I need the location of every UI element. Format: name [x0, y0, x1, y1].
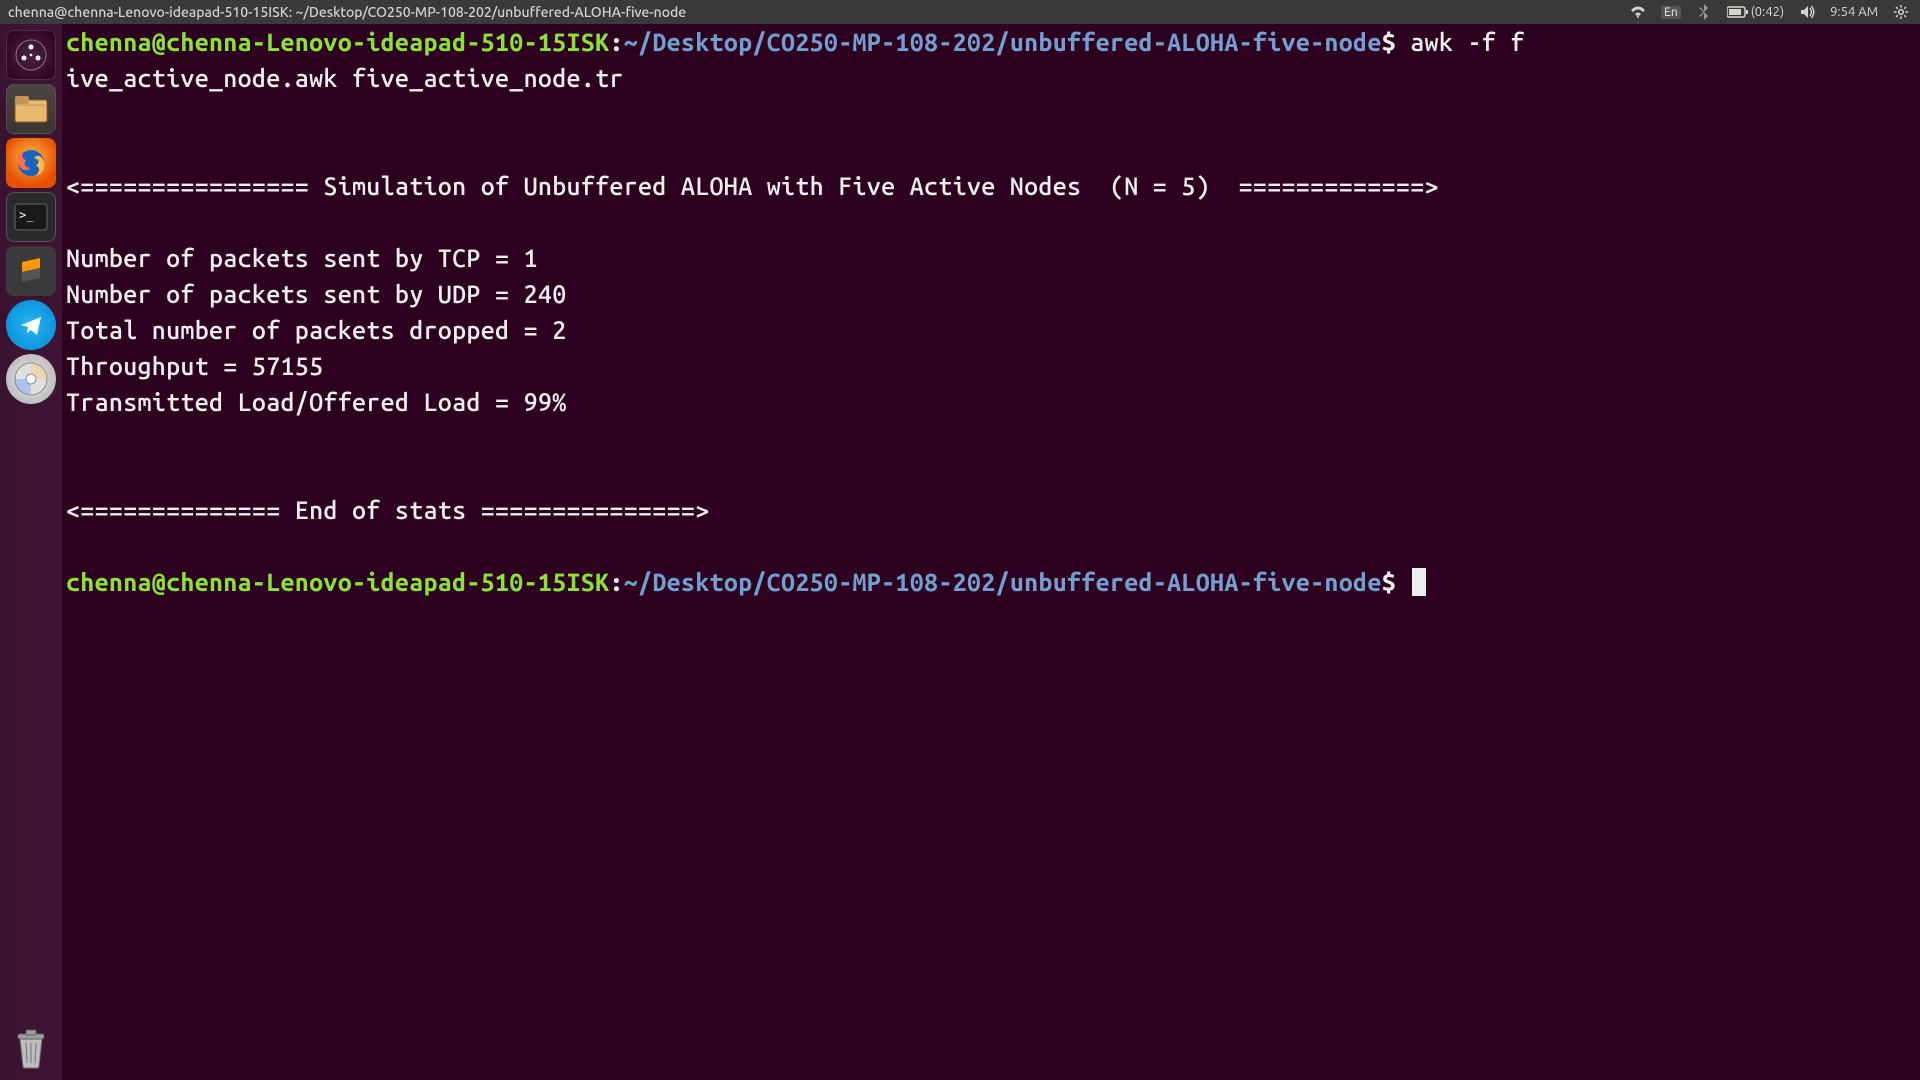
battery-indicator[interactable]: (0:42) [1727, 5, 1784, 19]
prompt-user-host: chenna@chenna-Lenovo-ideapad-510-15ISK [66, 28, 609, 56]
language-indicator[interactable]: En [1661, 6, 1681, 19]
prompt-dollar: $ [1382, 28, 1396, 56]
output-ratio: Transmitted Load/Offered Load = 99% [66, 388, 567, 416]
launcher-disk[interactable] [6, 354, 56, 404]
battery-time: (0:42) [1751, 5, 1784, 19]
launcher-terminal[interactable]: >_ [6, 192, 56, 242]
top-panel: chenna@chenna-Lenovo-ideapad-510-15ISK: … [0, 0, 1920, 24]
launcher-telegram[interactable] [6, 300, 56, 350]
command-text-1: awk -f f [1396, 28, 1525, 56]
prompt-path-2: ~/Desktop/CO250-MP-108-202/unbuffered-AL… [624, 568, 1382, 596]
prompt-colon: : [609, 28, 623, 56]
output-throughput: Throughput = 57155 [66, 352, 323, 380]
launcher-files[interactable] [6, 84, 56, 134]
svg-text:>_: >_ [19, 208, 34, 222]
output-tcp: Number of packets sent by TCP = 1 [66, 244, 538, 272]
gear-icon[interactable] [1892, 3, 1910, 21]
prompt-dollar-2: $ [1382, 568, 1396, 596]
bluetooth-icon[interactable] [1695, 3, 1713, 21]
prompt-path: ~/Desktop/CO250-MP-108-202/unbuffered-AL… [624, 28, 1382, 56]
cursor [1412, 568, 1426, 596]
output-end: <============== End of stats ===========… [66, 496, 710, 524]
indicator-area: En (0:42) 9:54 AM [1629, 3, 1916, 21]
launcher-dash[interactable] [6, 30, 56, 80]
wifi-icon[interactable] [1629, 3, 1647, 21]
prompt-user-host-2: chenna@chenna-Lenovo-ideapad-510-15ISK [66, 568, 609, 596]
output-header: <================ Simulation of Unbuffer… [66, 172, 1439, 200]
volume-icon[interactable] [1798, 3, 1816, 21]
output-udp: Number of packets sent by UDP = 240 [66, 280, 567, 308]
launcher-sublime[interactable] [6, 246, 56, 296]
launcher-trash[interactable] [6, 1024, 56, 1074]
clock[interactable]: 9:54 AM [1830, 5, 1878, 19]
output-drop: Total number of packets dropped = 2 [66, 316, 567, 344]
window-title: chenna@chenna-Lenovo-ideapad-510-15ISK: … [4, 4, 686, 20]
terminal[interactable]: chenna@chenna-Lenovo-ideapad-510-15ISK:~… [62, 24, 1920, 1080]
prompt-colon-2: : [609, 568, 623, 596]
launcher: >_ [0, 24, 62, 1080]
command-text-2: ive_active_node.awk five_active_node.tr [66, 64, 624, 92]
launcher-firefox[interactable] [6, 138, 56, 188]
